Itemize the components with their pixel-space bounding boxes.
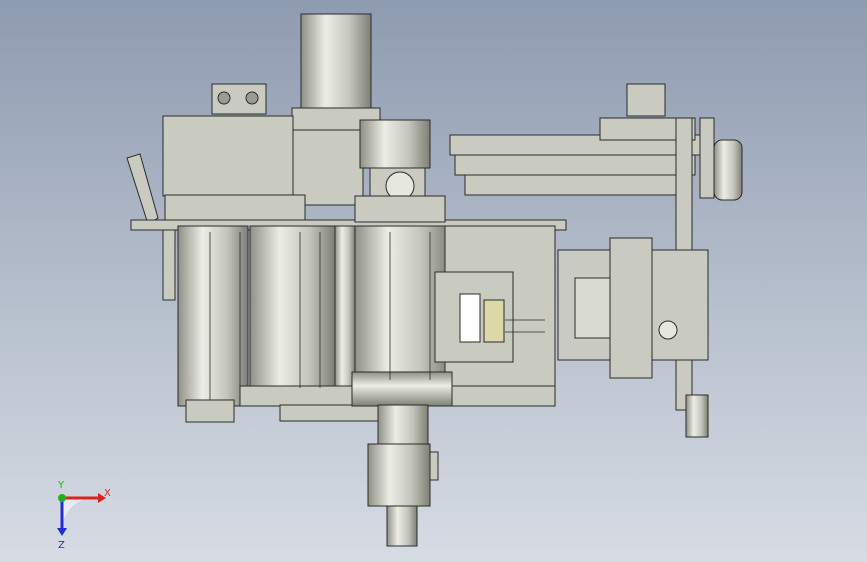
assembly-drawing[interactable]: X Y Z xyxy=(0,0,867,562)
motor-body[interactable] xyxy=(300,13,372,109)
main-housing[interactable] xyxy=(162,115,294,197)
left-roller[interactable] xyxy=(177,225,249,407)
axis-z-label: Z xyxy=(58,540,65,551)
lower-spindle-nut[interactable] xyxy=(351,371,453,407)
lower-spindle-housing[interactable] xyxy=(367,443,431,507)
axis-triad xyxy=(57,493,106,536)
middle-roller[interactable] xyxy=(249,225,336,392)
cad-viewport[interactable]: X Y Z xyxy=(0,0,867,562)
axis-x-label: X xyxy=(104,488,111,499)
axis-y-label: Y xyxy=(57,480,65,491)
